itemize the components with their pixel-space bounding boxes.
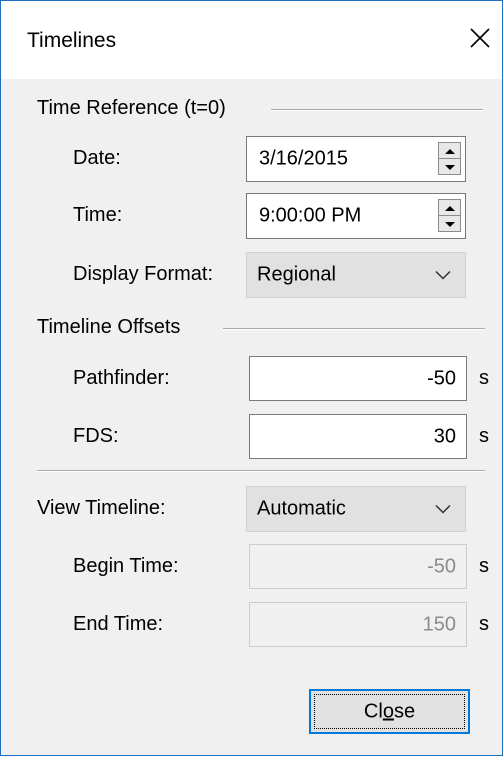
begin-time-value: -50 <box>427 555 456 577</box>
display-format-dropdown[interactable]: Regional <box>246 252 466 298</box>
timelines-dialog: Timelines Time Reference (t=0) Date: 3/1… <box>0 0 503 756</box>
pathfinder-label: Pathfinder: <box>73 367 170 389</box>
time-reference-divider <box>271 109 483 111</box>
end-time-value: 150 <box>422 613 456 635</box>
end-time-input[interactable]: 150 <box>249 602 467 647</box>
display-format-value: Regional <box>257 263 336 286</box>
timeline-offsets-divider <box>223 328 485 330</box>
window-title: Timelines <box>27 29 117 52</box>
date-label: Date: <box>73 147 121 169</box>
view-timeline-label: View Timeline: <box>37 497 166 519</box>
time-label: Time: <box>73 204 123 226</box>
time-spin-up-icon[interactable] <box>438 199 461 216</box>
fds-offset-input[interactable]: 30 <box>249 414 467 459</box>
chevron-down-icon <box>435 264 451 287</box>
view-timeline-dropdown[interactable]: Automatic <box>246 486 466 532</box>
pathfinder-offset-input[interactable]: -50 <box>249 356 467 401</box>
chevron-down-icon <box>435 498 451 521</box>
date-value: 3/16/2015 <box>259 147 348 170</box>
date-picker[interactable]: 3/16/2015 <box>246 136 466 182</box>
date-spin-up-icon[interactable] <box>438 142 461 159</box>
time-value: 9:00:00 PM <box>259 204 362 227</box>
section-divider <box>37 470 485 472</box>
time-spin-down-icon[interactable] <box>438 215 461 232</box>
time-picker[interactable]: 9:00:00 PM <box>246 193 466 239</box>
view-timeline-value: Automatic <box>257 497 346 520</box>
end-time-label: End Time: <box>73 613 164 635</box>
pathfinder-value: -50 <box>427 367 456 389</box>
end-time-unit: s <box>479 613 489 635</box>
fds-label: FDS: <box>73 425 119 447</box>
fds-unit: s <box>479 425 489 447</box>
fds-value: 30 <box>433 425 456 447</box>
begin-time-unit: s <box>479 555 489 577</box>
close-button[interactable]: Close <box>309 689 470 734</box>
begin-time-input[interactable]: -50 <box>249 544 467 589</box>
date-spin-down-icon[interactable] <box>438 158 461 175</box>
display-format-label: Display Format: <box>73 263 214 285</box>
close-button-label: Close <box>363 700 416 722</box>
close-icon[interactable] <box>464 19 496 55</box>
title-bar: Timelines <box>1 1 502 79</box>
begin-time-label: Begin Time: <box>73 555 179 577</box>
pathfinder-unit: s <box>479 367 489 389</box>
time-reference-header: Time Reference (t=0) <box>37 97 226 119</box>
timeline-offsets-header: Timeline Offsets <box>37 316 181 338</box>
